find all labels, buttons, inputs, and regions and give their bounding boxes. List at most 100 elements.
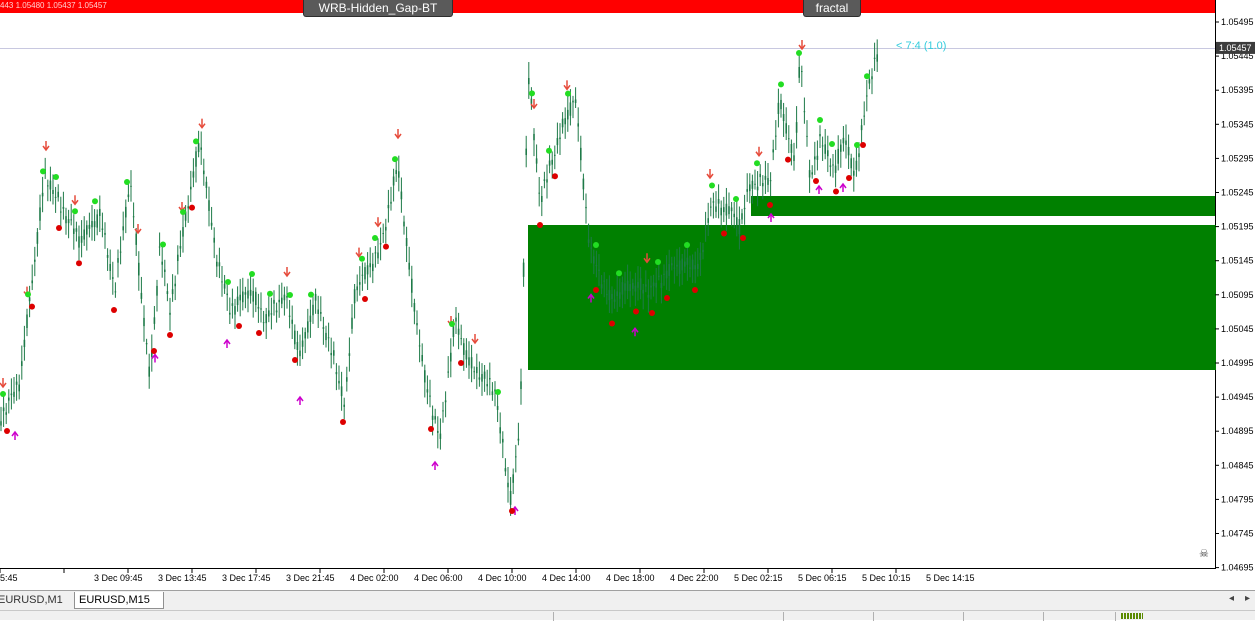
candle-body <box>54 196 57 198</box>
swing-high-dot <box>92 198 98 205</box>
candle-body <box>587 239 590 243</box>
current-price-label: 1.05457 <box>1219 43 1252 53</box>
fractal-button[interactable]: fractal <box>803 0 861 17</box>
price-tick-label: 1.05195 <box>1221 222 1254 232</box>
candle-body <box>361 274 364 276</box>
candle-body <box>533 133 535 141</box>
swing-low-dot <box>56 225 62 231</box>
candle-body <box>509 491 512 505</box>
candle-body <box>463 343 465 355</box>
candle-body <box>281 297 283 304</box>
candle-body <box>364 267 366 280</box>
candle-body <box>502 438 504 443</box>
candle-body <box>720 207 722 216</box>
candle-body <box>736 217 738 226</box>
time-tick-label: 5 Dec 10:15 <box>862 573 911 583</box>
swing-low-dot <box>76 260 82 267</box>
candle-body <box>749 184 751 192</box>
price-tick-label: 1.04995 <box>1221 358 1254 368</box>
candle-body <box>689 267 691 269</box>
scroll-right-icon[interactable]: ▸ <box>1245 593 1250 604</box>
candle-body <box>424 370 426 383</box>
candle-body <box>847 146 850 156</box>
swing-high-dot <box>359 255 365 262</box>
swing-low-dot <box>189 204 195 211</box>
swing-low-dot <box>167 332 173 338</box>
swing-high-dot <box>854 142 860 148</box>
candle-body <box>244 292 247 295</box>
candle-body <box>842 137 845 144</box>
candle-body <box>450 352 452 362</box>
candle-body <box>816 155 819 160</box>
candle-body <box>135 233 137 245</box>
candle-body <box>520 381 522 390</box>
candle-body <box>356 286 358 291</box>
candle-body <box>632 282 634 289</box>
candle-body <box>790 143 793 153</box>
candle-body <box>210 222 213 226</box>
candle-body <box>465 350 468 360</box>
candle-body <box>775 135 777 137</box>
time-tick-label: 5 Dec 02:15 <box>734 573 783 583</box>
price-tick-label: 1.04695 <box>1221 563 1254 573</box>
candle-body <box>548 160 551 166</box>
candle-body <box>31 280 33 284</box>
time-tick-label: 3 Dec 17:45 <box>222 573 271 583</box>
candle-body <box>671 263 673 266</box>
candle-body <box>832 164 834 166</box>
swing-low-dot <box>833 188 839 195</box>
candle-body <box>23 339 26 348</box>
candle-body <box>457 328 460 335</box>
candle-body <box>491 391 494 396</box>
candle-body <box>850 158 852 169</box>
candle-body <box>317 309 319 315</box>
candle-body <box>811 172 813 175</box>
candle-body <box>156 285 158 296</box>
swing-high-dot <box>796 50 802 56</box>
swing-low-dot <box>740 235 746 241</box>
swing-high-dot <box>565 90 571 97</box>
candle-body <box>288 315 291 317</box>
wrb-zone <box>528 225 1216 370</box>
tab-eurusd-m1[interactable]: EURUSD,M1 <box>0 592 66 609</box>
candle-body <box>242 291 244 303</box>
swing-high-dot <box>864 73 870 80</box>
candle-body <box>112 277 114 279</box>
candle-body <box>83 229 85 240</box>
candle-body <box>780 99 782 110</box>
status-bar <box>0 610 1255 621</box>
candle-body <box>117 258 119 263</box>
candle-body <box>764 175 767 180</box>
candle-body <box>400 191 403 200</box>
tab-eurusd-m15[interactable]: EURUSD,M15 <box>74 592 164 609</box>
candle-body <box>595 265 598 267</box>
candle-body <box>751 180 754 189</box>
swing-low-dot <box>721 230 727 237</box>
candle-body <box>476 366 478 374</box>
wrb-hidden-gap-button[interactable]: WRB-Hidden_Gap-BT <box>303 0 453 17</box>
candle-body <box>621 282 624 295</box>
wrb-zone <box>751 196 1215 216</box>
candle-body <box>247 290 249 299</box>
candle-body <box>67 219 70 224</box>
candle-body <box>413 302 416 312</box>
candle-body <box>863 115 865 117</box>
candle-body <box>769 180 772 182</box>
candle-body <box>80 235 83 243</box>
candle-body <box>439 433 442 439</box>
candle-body <box>572 100 574 103</box>
candle-body <box>515 456 517 458</box>
price-tick-label: 1.04795 <box>1221 494 1254 504</box>
swing-high-dot <box>372 235 378 241</box>
candle-body <box>876 54 878 62</box>
candle-body <box>148 366 150 377</box>
candle-body <box>109 263 111 271</box>
candle-body <box>431 415 434 420</box>
price-chart[interactable]: < 7:4 (1.0)1.054951.054451.053951.053451… <box>0 0 1255 590</box>
candle-body <box>270 313 273 315</box>
candle-body <box>15 381 18 385</box>
candle-body <box>216 261 218 267</box>
swing-low-dot <box>111 307 117 313</box>
scroll-left-icon[interactable]: ◂ <box>1229 593 1234 604</box>
candle-body <box>392 176 395 186</box>
